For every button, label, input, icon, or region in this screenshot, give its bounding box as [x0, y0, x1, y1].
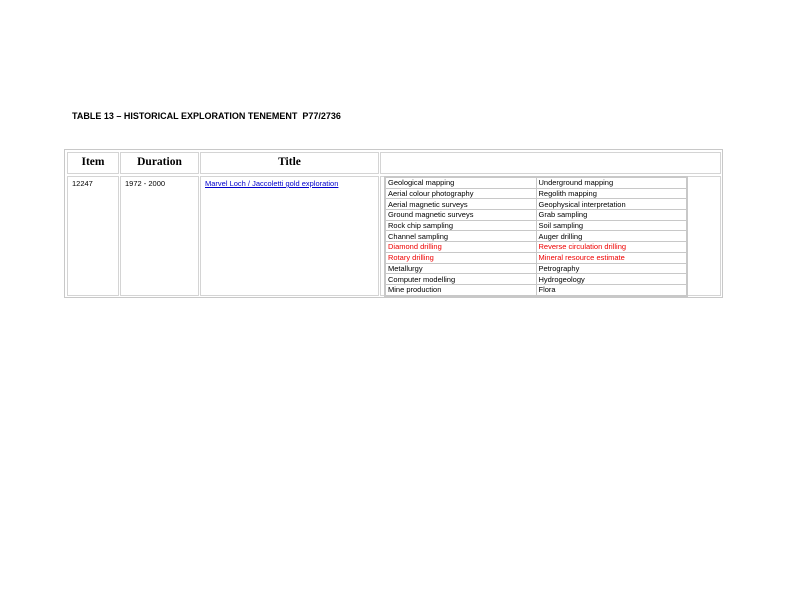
- header-title: Title: [200, 152, 379, 174]
- activity-row: Computer modelling Hydrogeology: [385, 273, 687, 285]
- activity-cell: Rotary drilling: [385, 251, 537, 264]
- activity-cell: Geological mapping: [385, 177, 537, 189]
- activity-cell: Mineral resource estimate: [535, 251, 687, 264]
- activity-cell: Flora: [535, 283, 687, 296]
- activity-cell: Ground magnetic surveys: [385, 209, 537, 221]
- activity-cell: Mine production: [385, 283, 537, 296]
- activity-row: Aerial colour photography Regolith mappin…: [385, 187, 687, 200]
- activity-row: Geological mapping Underground mapping: [385, 177, 687, 189]
- activity-cell: Regolith mapping: [535, 187, 687, 200]
- activity-cell: Reverse circulation drilling: [535, 241, 687, 253]
- activity-cell: Aerial magnetic surveys: [385, 198, 537, 211]
- activity-cell: Underground mapping: [535, 177, 687, 189]
- page-title: TABLE 13 – HISTORICAL EXPLORATION TENEME…: [72, 111, 341, 121]
- activity-cell: Channel sampling: [385, 230, 537, 243]
- activity-row: Mine production Flora: [385, 283, 687, 296]
- activity-row: Rock chip sampling Soil sampling: [385, 219, 687, 232]
- activity-row: Rotary drilling Mineral resource estimate: [385, 251, 687, 264]
- header-duration: Duration: [120, 152, 199, 174]
- header-item: Item: [67, 152, 119, 174]
- activity-row: Metallurgy Petrography: [385, 262, 687, 275]
- activity-row: Ground magnetic surveys Grab sampling: [385, 209, 687, 221]
- activity-cell: Petrography: [535, 262, 687, 275]
- activity-cell: Rock chip sampling: [385, 219, 537, 232]
- activity-row: Aerial magnetic surveys Geophysical inter…: [385, 198, 687, 211]
- cell-item: 12247: [67, 176, 119, 296]
- activity-cell: Metallurgy: [385, 262, 537, 275]
- activity-row: Diamond drilling Reverse circulation dril…: [385, 241, 687, 253]
- activity-cell: Auger drilling: [535, 230, 687, 243]
- activity-cell: Diamond drilling: [385, 241, 537, 253]
- cell-duration: 1972 - 2000: [120, 176, 199, 296]
- title-link[interactable]: Marvel Loch / Jaccoletti gold exploratio…: [205, 179, 338, 188]
- header-activities: [380, 152, 721, 174]
- activity-cell: Grab sampling: [535, 209, 687, 221]
- activity-cell: Hydrogeology: [535, 273, 687, 285]
- activity-cell: Computer modelling: [385, 273, 537, 285]
- cell-title: Marvel Loch / Jaccoletti gold exploratio…: [200, 176, 379, 296]
- activity-cell: Geophysical interpretation: [535, 198, 687, 211]
- activity-cell: Soil sampling: [535, 219, 687, 232]
- activity-cell: Aerial colour photography: [385, 187, 537, 200]
- exploration-table: Item Duration Title 12247 1972 - 2000 Ma…: [64, 149, 723, 298]
- activity-row: Channel sampling Auger drilling: [385, 230, 687, 243]
- activities-table: Geological mapping Underground mapping Aer…: [384, 176, 688, 297]
